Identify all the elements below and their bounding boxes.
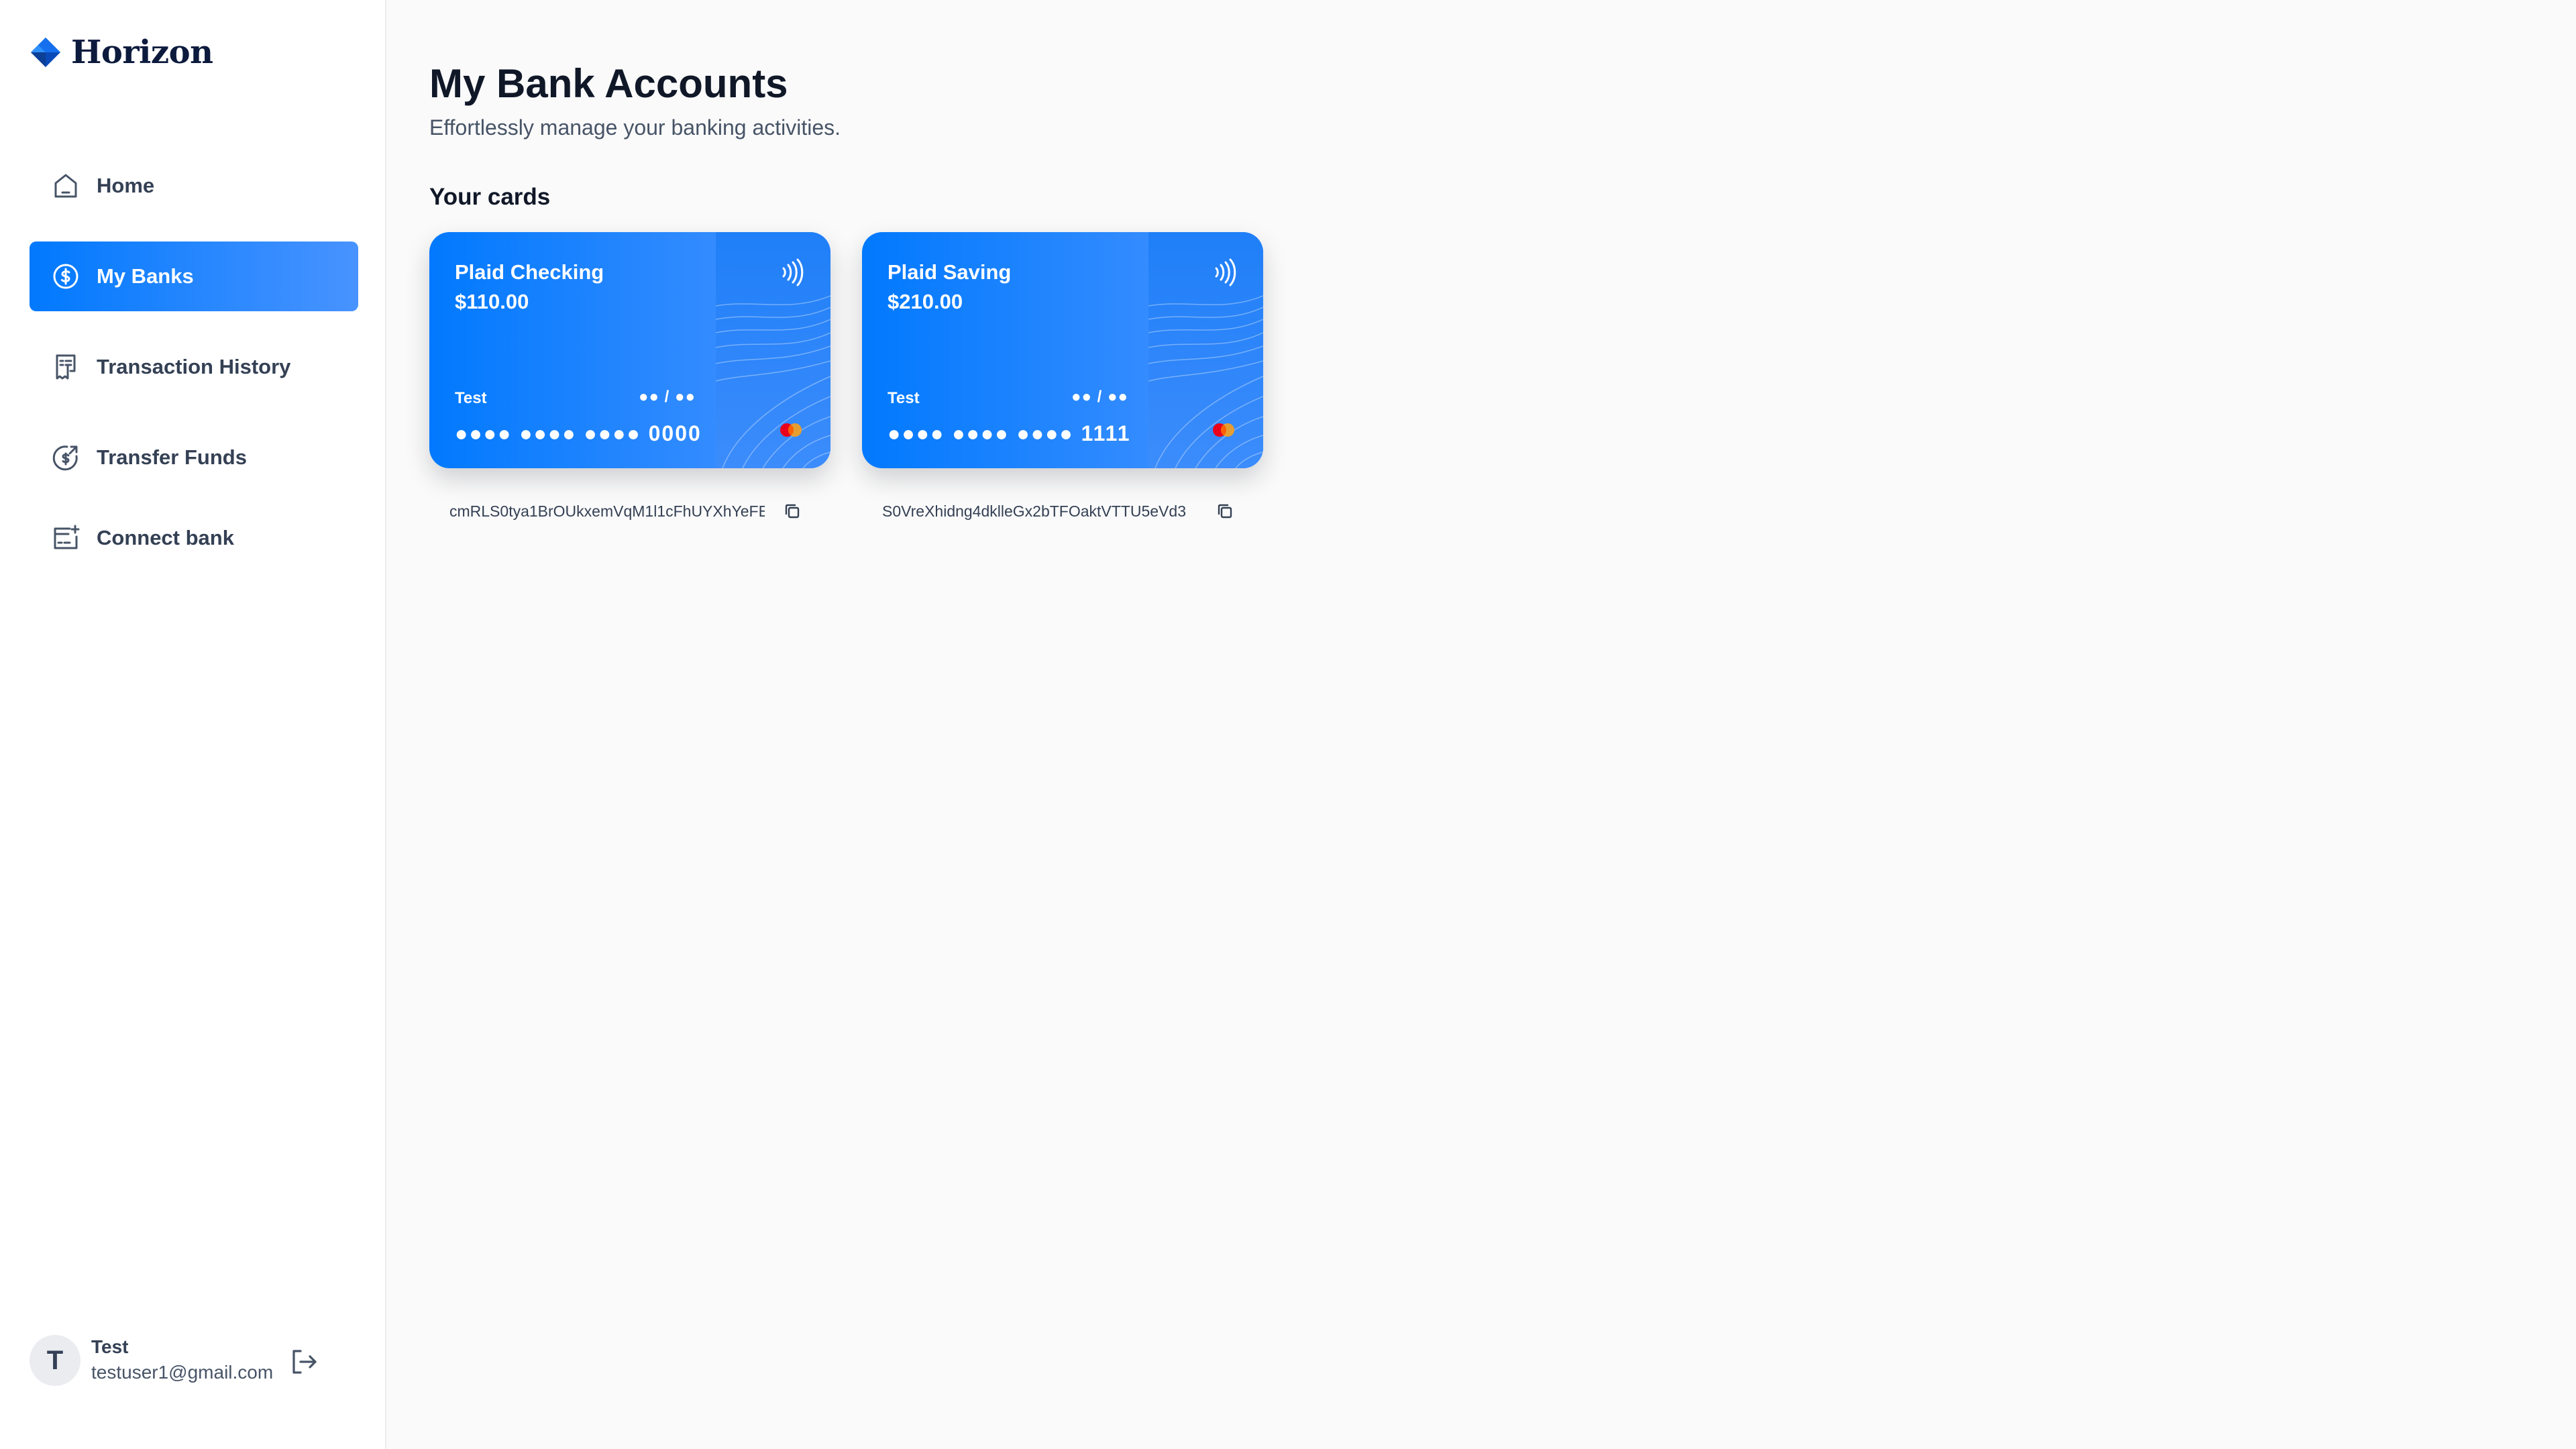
copy-shareable-id[interactable]: cmRLS0tya1BrOUkxemVqM1l1cFhUYXhYeFE (429, 499, 830, 523)
card-balance: $110.00 (455, 290, 529, 313)
sidebar-item-label: My Banks (97, 264, 194, 288)
page-subtitle: Effortlessly manage your banking activit… (429, 115, 841, 140)
copy-icon[interactable] (1215, 501, 1235, 521)
sidebar-item-transaction-history[interactable]: Transaction History (30, 332, 358, 402)
card-number: ●●●● ●●●● ●●●● 0000 (455, 421, 702, 445)
logout-icon[interactable] (287, 1346, 319, 1378)
shareable-id-text: cmRLS0tya1BrOUkxemVqM1l1cFhUYXhYeFE (449, 502, 765, 520)
contactless-icon (1215, 258, 1236, 286)
sidebar-item-home[interactable]: Home (30, 151, 358, 221)
card-expiry: ●● / ●● (1071, 388, 1128, 406)
card-pattern-panel (1148, 232, 1263, 468)
avatar[interactable]: T (30, 1335, 80, 1386)
sidebar-item-label: Home (97, 174, 155, 197)
user-email: testuser1@gmail.com (91, 1362, 274, 1383)
money-send-icon (52, 445, 78, 471)
card-line-pattern (1148, 295, 1263, 468)
card-number: ●●●● ●●●● ●●●● 1111 (888, 421, 1131, 445)
contactless-icon (782, 258, 804, 286)
card-account-name: Plaid Saving (888, 260, 1012, 284)
connect-bank-icon (54, 525, 80, 549)
app-name: Horizon (71, 34, 213, 71)
cards-heading: Your cards (429, 184, 551, 210)
sidebar-item-label: Transfer Funds (97, 445, 247, 469)
copy-icon[interactable] (782, 501, 802, 521)
home-icon (54, 174, 77, 198)
user-profile: T Test testuser1@gmail.com (30, 1334, 352, 1387)
bank-card-plaid-saving[interactable]: Plaid Saving $210.00 Test ●● / ●● ●●●● ●… (862, 232, 1263, 468)
sidebar-item-transfer-funds[interactable]: Transfer Funds (30, 423, 358, 492)
dollar-circle-icon (53, 264, 78, 289)
shareable-id-text: S0VreXhidng4dklleGx2bTFOaktVTTU5eVd3 (882, 502, 1186, 520)
mastercard-icon (780, 423, 802, 437)
card-expiry: ●● / ●● (639, 388, 696, 406)
mastercard-icon (1213, 423, 1234, 437)
bank-card-plaid-checking[interactable]: Plaid Checking $110.00 Test ●● / ●● ●●●●… (429, 232, 830, 468)
sidebar-item-label: Connect bank (97, 526, 234, 549)
card-balance: $210.00 (888, 290, 963, 313)
copy-shareable-id[interactable]: S0VreXhidng4dklleGx2bTFOaktVTTU5eVd3 (862, 499, 1263, 523)
card-holder: Test (888, 389, 920, 407)
sidebar: Horizon Home My Banks Transaction Histor… (0, 0, 386, 1449)
card-account-name: Plaid Checking (455, 260, 604, 284)
logo[interactable]: Horizon (30, 32, 213, 72)
sidebar-item-connect-bank[interactable]: Connect bank (30, 503, 358, 573)
card-holder: Test (455, 389, 487, 407)
sidebar-item-my-banks[interactable]: My Banks (30, 241, 358, 311)
page-title: My Bank Accounts (429, 61, 788, 106)
user-info: Test testuser1@gmail.com (91, 1335, 273, 1386)
sidebar-item-label: Transaction History (97, 355, 291, 378)
card-pattern-panel (716, 232, 830, 468)
card-line-pattern (716, 295, 830, 468)
horizon-logo-icon (31, 38, 60, 67)
receipt-icon (56, 354, 76, 380)
user-name: Test (91, 1336, 129, 1357)
